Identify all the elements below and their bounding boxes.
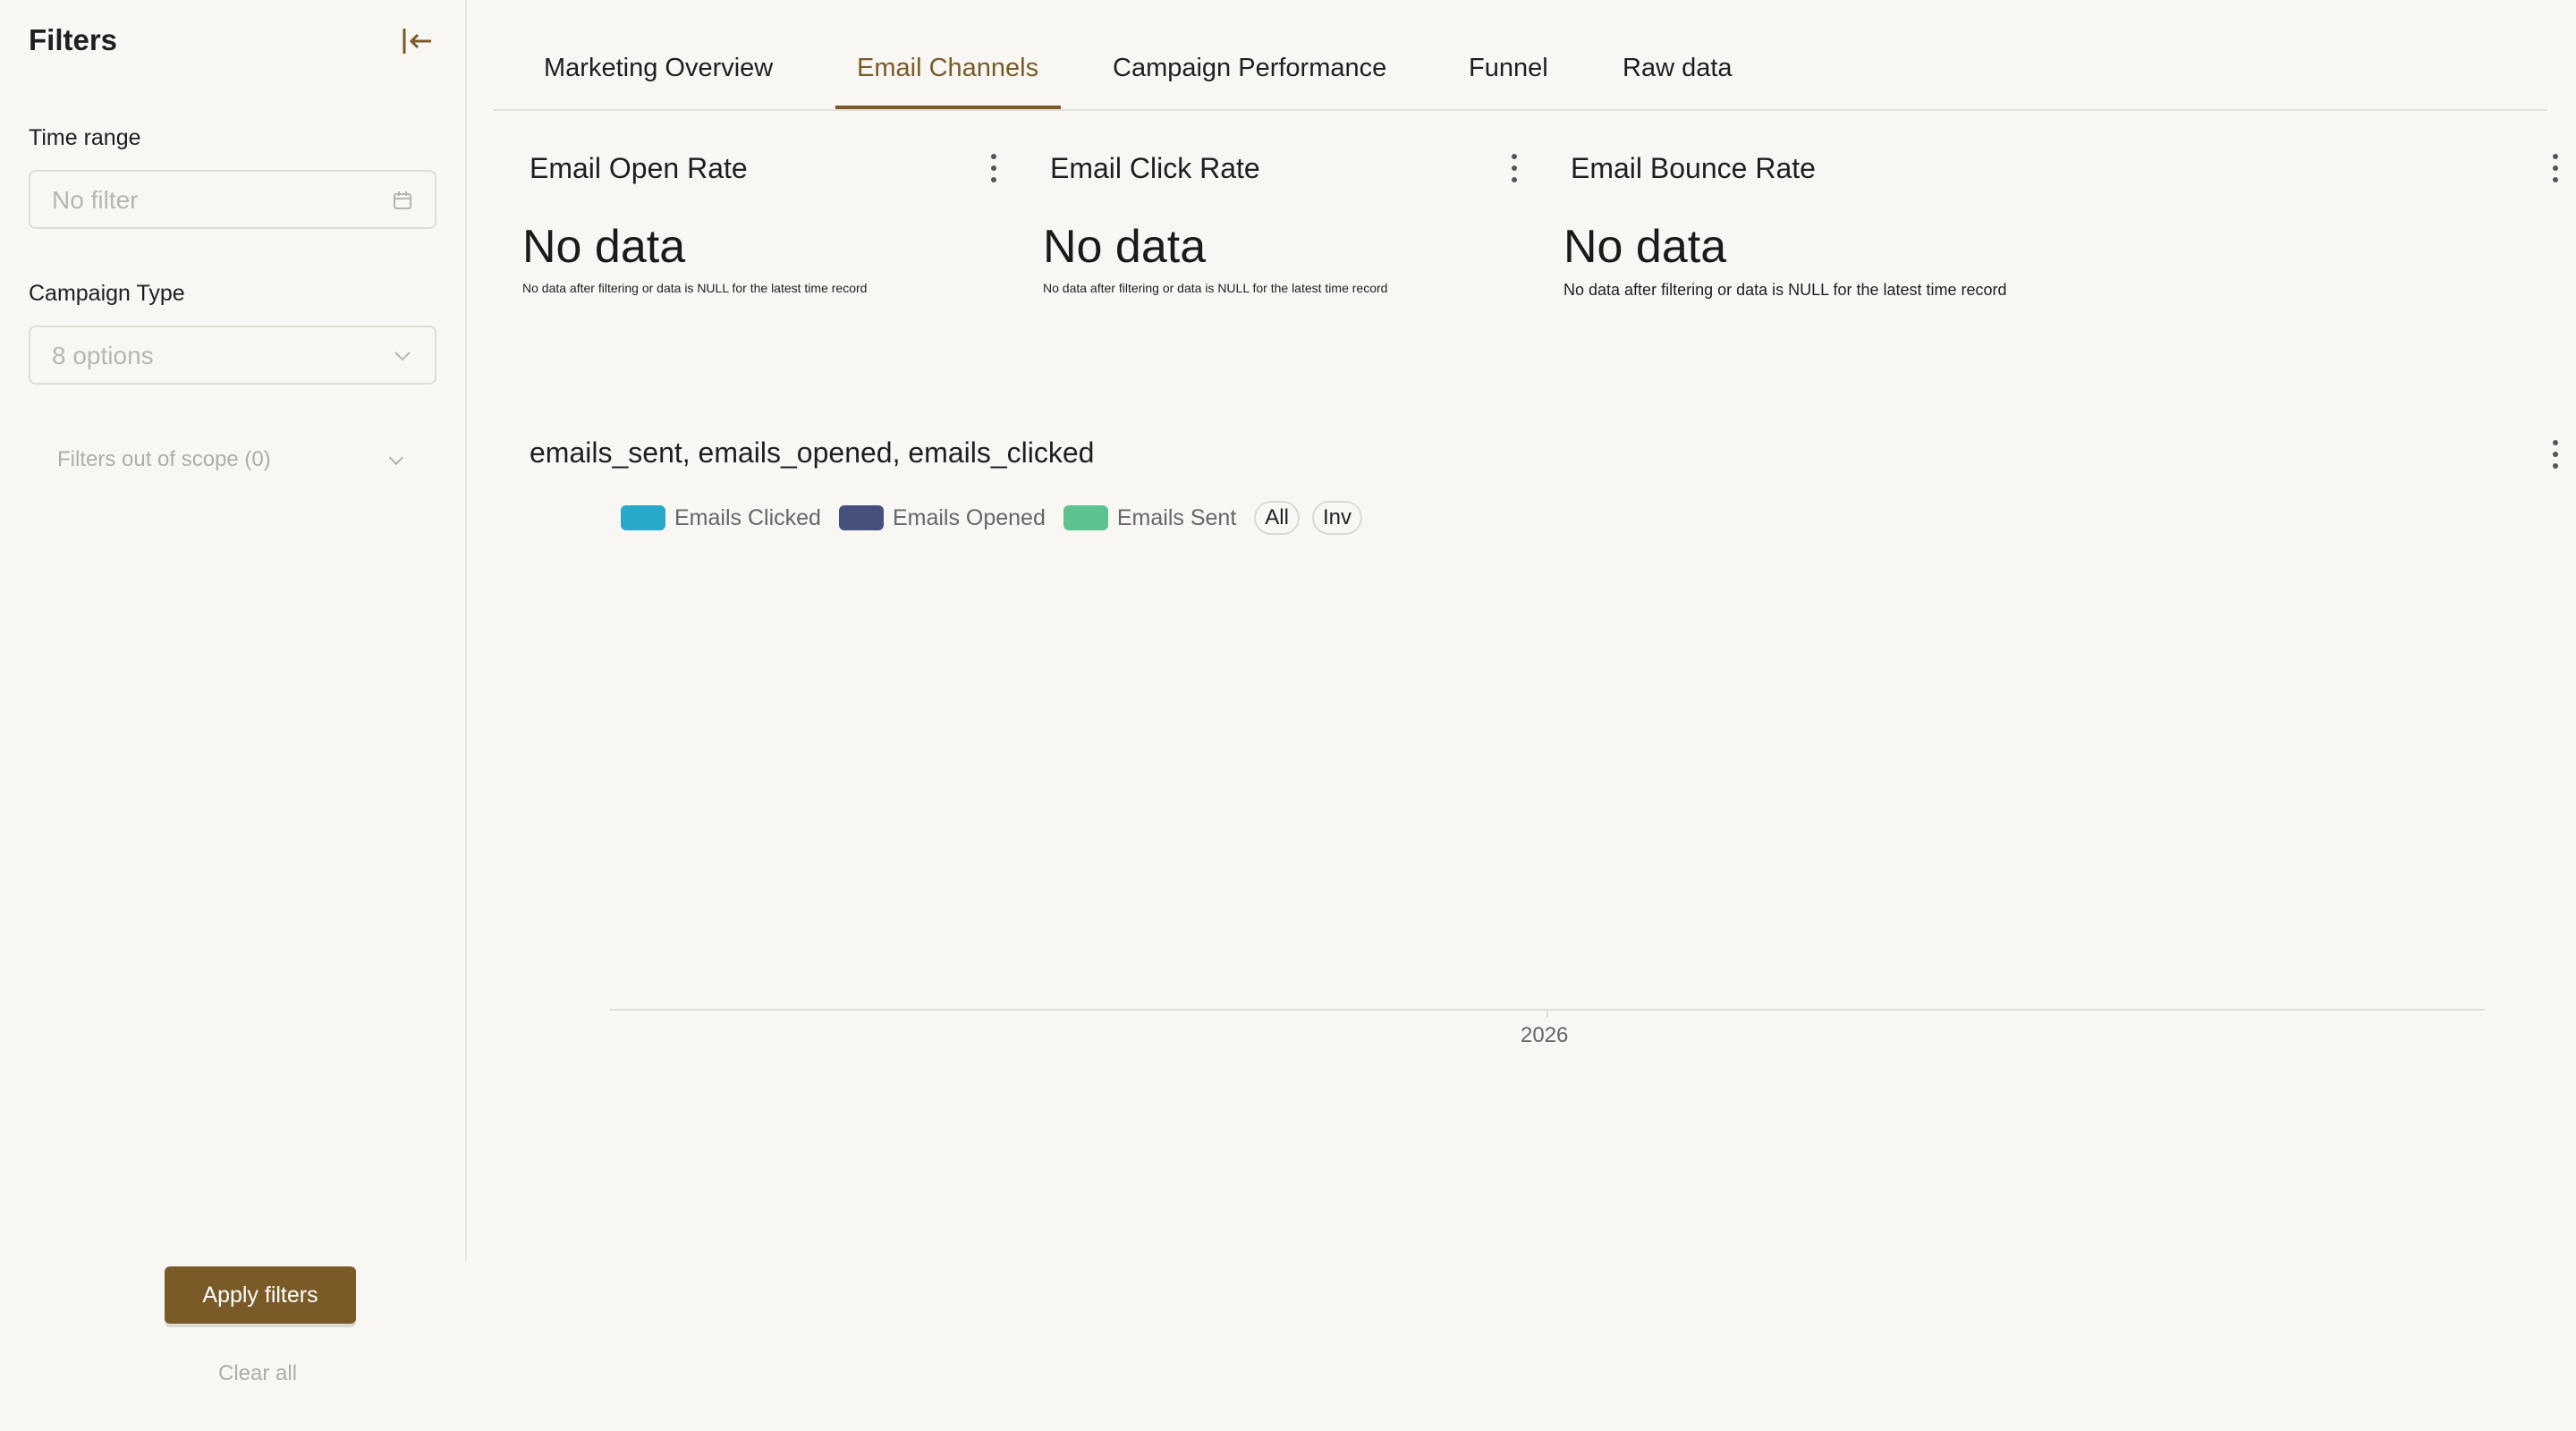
kpi-value-open-rate: No data [522,221,686,273]
kpi-note-bounce-rate: No data after filtering or data is NULL … [1563,281,2007,299]
collapse-sidebar-icon[interactable] [399,23,435,59]
time-range-input[interactable]: No filter [29,170,436,229]
kpi-note-click-rate: No data after filtering or data is NULL … [1043,281,1388,295]
tab-campaign-performance[interactable]: Campaign Performance [1113,54,1386,83]
chevron-down-icon [394,351,411,361]
legend-label: Emails Opened [892,504,1046,530]
tab-email-channels[interactable]: Email Channels [857,54,1038,83]
tab-marketing-overview[interactable]: Marketing Overview [544,54,773,83]
filters-out-of-scope[interactable]: Filters out of scope (0) [57,447,271,472]
calendar-icon [394,191,411,209]
legend-item-emails-clicked[interactable]: Emails Clicked [621,505,821,531]
campaign-type-label: Campaign Type [29,281,185,306]
time-range-label: Time range [29,125,141,150]
kebab-menu-icon[interactable] [2549,438,2562,470]
legend-invert-button[interactable]: Inv [1311,501,1362,535]
chart-title: emails_sent, emails_opened, emails_click… [530,436,1095,469]
kpi-note-open-rate: No data after filtering or data is NULL … [522,281,868,295]
filters-sidebar: Filters Time range No filter Campaign Ty… [0,0,467,1261]
legend-select-all-button[interactable]: All [1254,501,1300,535]
active-tab-indicator [835,106,1061,109]
dashboard-tabs: Marketing Overview Email Channels Campai… [494,0,2547,111]
legend-swatch [621,505,665,530]
kpi-value-bounce-rate: No data [1563,221,1727,273]
out-of-scope-chevron-icon[interactable] [386,451,406,470]
legend-label: Emails Clicked [674,504,821,530]
tab-funnel[interactable]: Funnel [1469,54,1548,83]
kpi-value-click-rate: No data [1043,221,1207,273]
x-axis-tick-label: 2026 [1521,1023,1569,1047]
legend-swatch [838,505,884,530]
kebab-menu-icon[interactable] [987,152,1000,184]
legend-item-emails-opened[interactable]: Emails Opened [838,504,1046,531]
tab-raw-data[interactable]: Raw data [1623,54,1733,83]
x-axis-tick [1546,1009,1548,1018]
legend-label: Emails Sent [1116,504,1237,530]
legend-item-emails-sent[interactable]: Emails Sent [1063,505,1236,531]
kpi-title-bounce-rate: Email Bounce Rate [1571,152,1816,184]
kebab-menu-icon[interactable] [1508,152,1521,184]
campaign-type-select[interactable]: 8 options [29,326,436,385]
kpi-title-click-rate: Email Click Rate [1050,152,1260,184]
kpi-title-open-rate: Email Open Rate [530,152,748,184]
campaign-type-placeholder: 8 options [52,342,154,369]
time-range-placeholder: No filter [52,186,139,214]
legend-swatch [1063,505,1108,530]
filters-title: Filters [29,23,118,56]
chart-legend: Emails Clicked Emails Opened Emails Sent… [621,499,1375,537]
apply-filters-button[interactable]: Apply filters [165,1266,356,1324]
kebab-menu-icon[interactable] [2549,152,2562,184]
clear-all-link[interactable]: Clear all [218,1361,297,1386]
